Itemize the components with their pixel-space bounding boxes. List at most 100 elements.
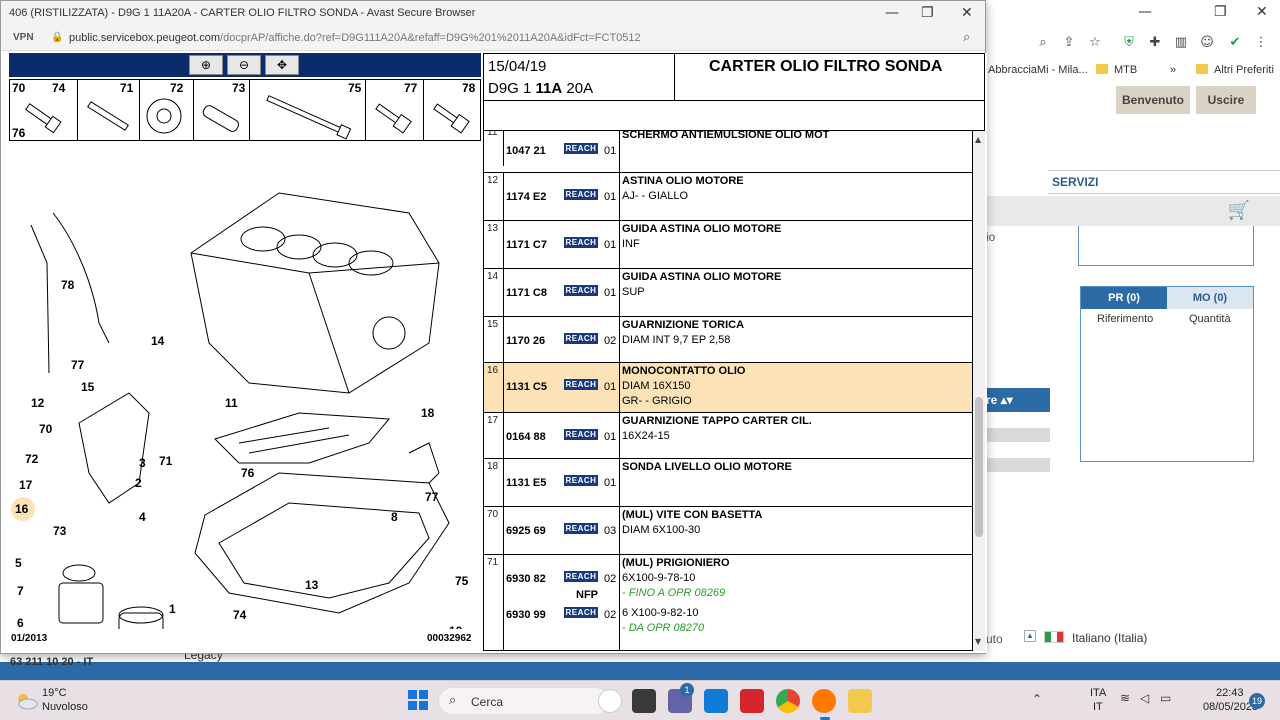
callout[interactable]: 10 bbox=[449, 624, 463, 629]
part-cell-70-74[interactable]: 70 74 76 bbox=[10, 80, 78, 140]
teams-chat-icon[interactable]: 1 bbox=[668, 683, 694, 713]
share-icon[interactable]: ⇪ bbox=[1060, 34, 1078, 52]
scroll-down-icon[interactable]: ▼ bbox=[975, 637, 981, 646]
callout[interactable]: 75 bbox=[455, 574, 469, 588]
wifi-icon[interactable]: ≋ bbox=[1120, 691, 1130, 705]
weather-desc[interactable]: Nuvoloso bbox=[42, 701, 88, 713]
weather-cloud-icon[interactable] bbox=[14, 689, 38, 711]
list-scrollbar[interactable]: ▲ ▼ bbox=[973, 131, 985, 651]
table-row[interactable]: 70 6925 69 REACH 03 (MUL) VITE CON BASET… bbox=[483, 507, 973, 555]
callout-selected[interactable]: 16 bbox=[15, 502, 29, 516]
table-row[interactable]: 14 1171 C8 REACH 01 GUIDA ASTINA OLIO MO… bbox=[483, 269, 973, 317]
callout[interactable]: 78 bbox=[61, 278, 75, 292]
callout[interactable]: 7 bbox=[17, 584, 24, 598]
callout[interactable]: 1 bbox=[169, 602, 176, 616]
volume-icon[interactable]: ◁ bbox=[1140, 691, 1149, 705]
close-button[interactable]: ✕ bbox=[1256, 4, 1268, 20]
file-explorer-icon[interactable] bbox=[848, 689, 872, 713]
bookmark-other-favorites[interactable]: Altri Preferiti bbox=[1196, 64, 1274, 76]
task-view-icon[interactable] bbox=[632, 689, 656, 713]
star-icon[interactable]: ☆ bbox=[1086, 34, 1104, 52]
zoom-pan-button[interactable]: ✥ bbox=[265, 55, 299, 75]
popup-maximize-button[interactable]: ❐ bbox=[921, 5, 934, 21]
lock-icon[interactable]: 🔒 bbox=[51, 32, 63, 43]
callout[interactable]: 15 bbox=[81, 380, 95, 394]
taskbar-search[interactable]: ⌕ Cerca bbox=[438, 687, 610, 715]
table-row[interactable]: 18 1131 E5 REACH 01 SONDA LIVELLO OLIO M… bbox=[483, 459, 973, 507]
part-cell-77[interactable]: 77 bbox=[366, 80, 424, 140]
part-cell-75[interactable]: 75 bbox=[250, 80, 366, 140]
zoom-icon[interactable]: ⌕ bbox=[1034, 34, 1052, 52]
acrobat-icon[interactable] bbox=[740, 689, 764, 713]
notification-badge[interactable]: 19 bbox=[1249, 693, 1265, 709]
battery-icon[interactable]: ▭ bbox=[1160, 691, 1171, 705]
input-language[interactable]: ITA bbox=[1090, 687, 1106, 699]
cart-icon[interactable]: 🛒 bbox=[1224, 198, 1254, 224]
callout[interactable]: 73 bbox=[53, 524, 67, 538]
store-icon[interactable] bbox=[704, 689, 728, 713]
table-row-selected[interactable]: 16 1131 C5 REACH 01 MONOCONTATTO OLIO DIA… bbox=[483, 363, 973, 413]
url-text[interactable]: public.servicebox.peugeot.com/docprAP/af… bbox=[69, 32, 641, 44]
part-cell-72[interactable]: 72 bbox=[140, 80, 194, 140]
callout[interactable]: 6 bbox=[17, 616, 24, 629]
tab-mo[interactable]: MO (0) bbox=[1167, 287, 1253, 309]
part-cell-78[interactable]: 78 bbox=[424, 80, 482, 140]
vpn-badge[interactable]: VPN bbox=[13, 32, 34, 43]
bookmark-mtb[interactable]: MTB bbox=[1096, 64, 1137, 76]
scroll-up-icon[interactable]: ▲ bbox=[975, 135, 981, 144]
callout[interactable]: 74 bbox=[233, 608, 247, 622]
tab-pr[interactable]: PR (0) bbox=[1081, 287, 1167, 309]
chrome-icon[interactable] bbox=[776, 689, 800, 713]
maximize-button[interactable]: ❐ bbox=[1214, 4, 1227, 20]
callout[interactable]: 70 bbox=[39, 422, 53, 436]
popup-minimize-button[interactable]: — bbox=[885, 5, 899, 21]
security-check-icon[interactable]: ✔ bbox=[1226, 34, 1244, 52]
table-row[interactable]: 15 1170 26 REACH 02 GUARNIZIONE TORICA DI… bbox=[483, 317, 973, 363]
popup-close-button[interactable]: ✕ bbox=[961, 5, 973, 21]
zoom-icon[interactable]: ⌕ bbox=[963, 30, 970, 45]
sort-dropdown[interactable]: re ▴▾ bbox=[986, 388, 1050, 412]
callout[interactable]: 77 bbox=[425, 490, 439, 504]
welcome-button[interactable]: Benvenuto bbox=[1116, 86, 1190, 114]
callout[interactable]: 4 bbox=[139, 510, 146, 524]
scroll-thumb[interactable] bbox=[975, 397, 983, 537]
callout[interactable]: 13 bbox=[305, 578, 319, 592]
callout[interactable]: 2 bbox=[135, 476, 142, 490]
chevron-up-icon[interactable]: ⌃ bbox=[1032, 692, 1042, 706]
callout[interactable]: 11 bbox=[225, 396, 238, 410]
popup-address-bar[interactable]: VPN 🔒 public.servicebox.peugeot.com/docp… bbox=[1, 27, 985, 51]
callout[interactable]: 5 bbox=[15, 556, 22, 570]
callout[interactable]: 76 bbox=[241, 466, 255, 480]
table-row[interactable]: 13 1171 C7 REACH 01 GUIDA ASTINA OLIO MO… bbox=[483, 221, 973, 269]
table-row[interactable]: 17 0164 88 REACH 01 GUARNIZIONE TAPPO CA… bbox=[483, 413, 973, 459]
table-row[interactable]: 11 1047 21 REACH 01 SCHERMO ANTIEMULSION… bbox=[483, 131, 973, 173]
extensions-icon[interactable]: ✚ bbox=[1146, 34, 1164, 52]
bing-icon[interactable] bbox=[598, 689, 622, 713]
table-row[interactable]: 71 6930 82 6930 99 REACH NFP REACH 02 02… bbox=[483, 555, 973, 651]
callout[interactable]: 77 bbox=[71, 358, 85, 372]
input-layout[interactable]: IT bbox=[1093, 701, 1103, 713]
part-cell-73[interactable]: 73 bbox=[194, 80, 250, 140]
bookmark-abbracciami[interactable]: AbbracciaMi - Mila... bbox=[988, 64, 1088, 76]
callout[interactable]: 17 bbox=[19, 478, 33, 492]
callout[interactable]: 8 bbox=[391, 510, 398, 524]
callout[interactable]: 18 bbox=[421, 406, 435, 420]
callout[interactable]: 72 bbox=[25, 452, 39, 466]
zoom-out-button[interactable]: ⊖ bbox=[227, 55, 261, 75]
zoom-in-button[interactable]: ⊕ bbox=[189, 55, 223, 75]
minimize-button[interactable]: — bbox=[1138, 4, 1152, 20]
callout[interactable]: 71 bbox=[159, 454, 173, 468]
profile-icon[interactable]: ☺ bbox=[1198, 34, 1216, 52]
callout[interactable]: 14 bbox=[151, 334, 165, 348]
windows-start-icon[interactable] bbox=[408, 690, 428, 710]
part-cell-71[interactable]: 71 bbox=[78, 80, 140, 140]
avast-browser-icon[interactable] bbox=[812, 689, 836, 713]
callout[interactable]: 12 bbox=[31, 396, 45, 410]
language-selector[interactable]: ▲ Italiano (Italia) bbox=[1024, 630, 1147, 645]
bookmarks-overflow[interactable]: » bbox=[1170, 64, 1176, 76]
weather-temp[interactable]: 19°C bbox=[42, 687, 67, 699]
sidebar-icon[interactable]: ▥ bbox=[1172, 34, 1190, 52]
shield-icon[interactable]: ⛨ bbox=[1120, 34, 1138, 52]
callout[interactable]: 3 bbox=[139, 456, 146, 470]
logout-button[interactable]: Uscire bbox=[1196, 86, 1256, 114]
